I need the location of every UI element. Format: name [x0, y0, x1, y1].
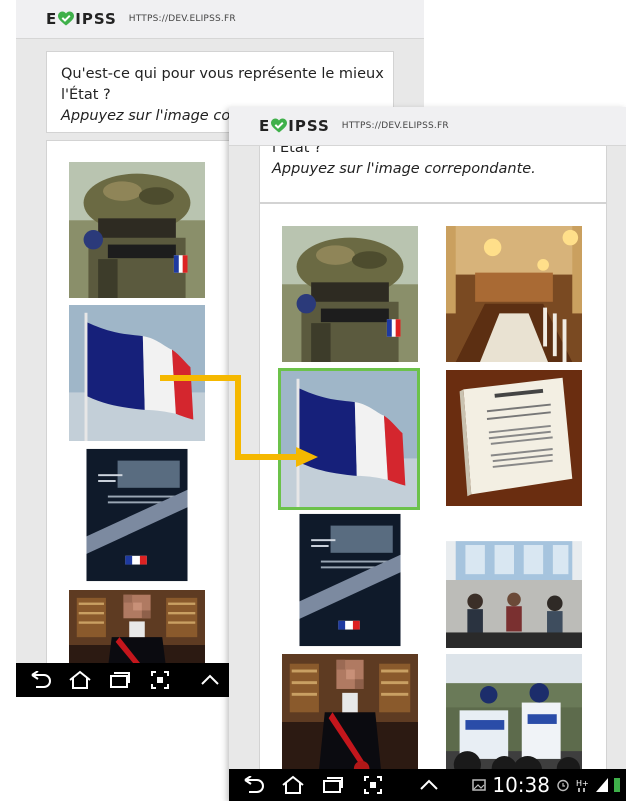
- android-navbar: 10:38 H+: [229, 769, 626, 801]
- back-icon[interactable]: [235, 776, 273, 794]
- question-line-1: Qu'est-ce qui pour vous représente le mi…: [61, 66, 384, 82]
- signal-icon: [596, 778, 608, 792]
- french-flag-photo[interactable]: [69, 305, 205, 441]
- status-area: 10:38 H+: [472, 769, 626, 801]
- elipss-logo[interactable]: E IPSS: [259, 117, 330, 135]
- battery-icon: [614, 778, 620, 792]
- document-cover-photo[interactable]: [282, 512, 418, 648]
- status-clock: 10:38: [492, 773, 550, 797]
- back-icon[interactable]: [22, 671, 60, 689]
- site-url: HTTPS://DEV.ELIPSS.FR: [341, 121, 449, 131]
- french-flag-photo[interactable]: [278, 368, 420, 510]
- screenshot-icon[interactable]: [353, 775, 393, 795]
- hplus-data-icon: H+: [576, 779, 589, 792]
- logo-letters-ipss: IPSS: [75, 10, 117, 28]
- heart-check-icon: [271, 118, 288, 134]
- home-icon[interactable]: [273, 775, 313, 795]
- question-line-2: l'État ?: [61, 87, 111, 103]
- svg-text:H+: H+: [576, 779, 589, 788]
- waiting-room-photo[interactable]: [446, 512, 582, 648]
- chevron-up-icon[interactable]: [409, 779, 449, 791]
- recent-apps-icon[interactable]: [100, 671, 140, 689]
- app-header: E IPSS HTTPS://DEV.ELIPSS.FR: [229, 107, 626, 146]
- alarm-icon: [557, 779, 569, 792]
- home-icon[interactable]: [60, 670, 100, 690]
- elipss-logo[interactable]: E IPSS: [46, 10, 117, 28]
- screenshot-icon[interactable]: [140, 670, 180, 690]
- constitution-photo[interactable]: [446, 370, 582, 506]
- chevron-up-icon[interactable]: [190, 674, 230, 686]
- logo-letter-e: E: [46, 10, 58, 28]
- soldier-photo[interactable]: [69, 162, 205, 298]
- front-screenshot: Qu'est-ce qui pour vous représente le mi…: [229, 107, 626, 801]
- image-grid: [259, 203, 607, 801]
- recent-apps-icon[interactable]: [313, 776, 353, 794]
- heart-check-icon: [58, 11, 75, 27]
- site-url: HTTPS://DEV.ELIPSS.FR: [128, 14, 236, 24]
- app-header: E IPSS HTTPS://DEV.ELIPSS.FR: [16, 0, 424, 39]
- document-cover-photo[interactable]: [69, 447, 205, 583]
- logo-letters-ipss: IPSS: [288, 117, 330, 135]
- soldier-photo[interactable]: [282, 226, 418, 362]
- gallery-notification-icon: [472, 779, 487, 791]
- instruction-text: Appuyez sur l'image correpondante.: [272, 161, 536, 177]
- logo-letter-e: E: [259, 117, 271, 135]
- palace-hall-photo[interactable]: [446, 226, 582, 362]
